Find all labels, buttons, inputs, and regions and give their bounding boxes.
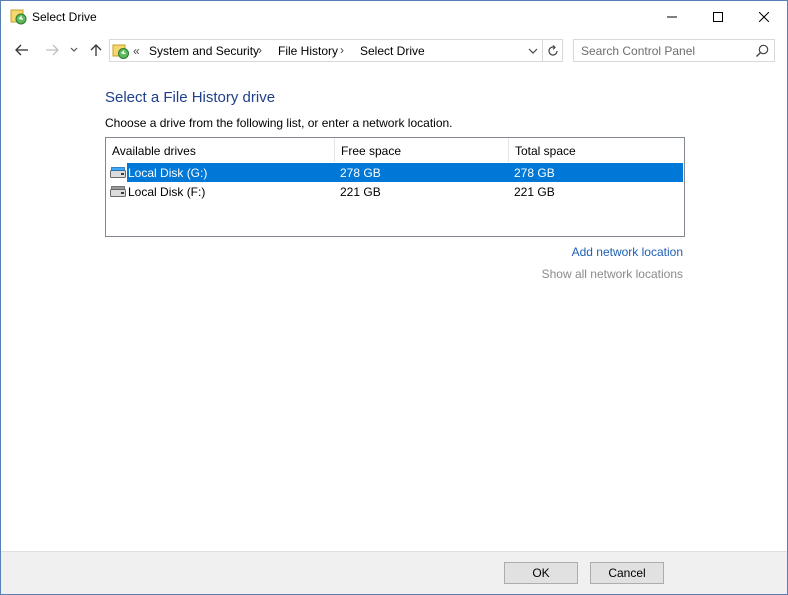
address-bar[interactable]: « System and Security › File History › S… xyxy=(109,39,563,62)
minimize-button[interactable] xyxy=(649,1,695,32)
drive-free-space: 278 GB xyxy=(340,166,381,180)
column-header-free-space[interactable]: Free space xyxy=(334,138,508,162)
back-button[interactable] xyxy=(11,39,33,61)
refresh-button[interactable] xyxy=(542,40,562,61)
ok-button[interactable]: OK xyxy=(504,562,578,584)
breadcrumb-overflow[interactable]: « xyxy=(133,44,140,58)
search-box[interactable] xyxy=(573,39,775,62)
address-dropdown-button[interactable] xyxy=(524,40,542,61)
list-header: Available drives Free space Total space xyxy=(106,138,684,162)
drive-free-space: 221 GB xyxy=(340,185,381,199)
search-input[interactable] xyxy=(574,40,750,61)
cancel-button[interactable]: Cancel xyxy=(590,562,664,584)
drive-row-g[interactable]: Local Disk (G:) 278 GB 278 GB xyxy=(106,163,684,182)
forward-button[interactable] xyxy=(41,39,63,61)
close-button[interactable] xyxy=(741,1,787,32)
breadcrumb-separator[interactable]: › xyxy=(258,43,262,57)
drive-icon xyxy=(110,186,126,197)
instruction-text: Choose a drive from the following list, … xyxy=(105,116,453,130)
maximize-button[interactable] xyxy=(695,1,741,32)
breadcrumb-separator[interactable]: › xyxy=(340,43,344,57)
search-icon[interactable] xyxy=(754,43,770,59)
back-arrow-icon xyxy=(15,44,28,56)
select-drive-window: Select Drive « System and Security › Fil… xyxy=(0,0,788,595)
selection-highlight xyxy=(127,163,683,182)
page-title: Select a File History drive xyxy=(105,89,276,106)
drive-name: Local Disk (G:) xyxy=(128,166,208,180)
chevron-down-icon xyxy=(70,47,78,52)
drive-list[interactable]: Available drives Free space Total space … xyxy=(105,137,685,237)
maximize-icon xyxy=(713,11,723,22)
drive-row-f[interactable]: Local Disk (F:) 221 GB 221 GB xyxy=(106,182,684,201)
up-button[interactable] xyxy=(85,39,107,61)
breadcrumb-system-and-security[interactable]: System and Security xyxy=(149,44,259,58)
refresh-icon xyxy=(547,44,558,56)
dialog-footer: OK Cancel xyxy=(1,551,787,594)
file-history-icon xyxy=(112,44,129,59)
close-icon xyxy=(759,11,769,22)
add-network-location-link[interactable]: Add network location xyxy=(572,245,683,259)
window-title: Select Drive xyxy=(32,10,97,24)
file-history-icon xyxy=(10,9,27,25)
minimize-icon xyxy=(667,16,677,17)
recent-locations-button[interactable] xyxy=(67,39,81,61)
title-bar: Select Drive xyxy=(1,1,787,32)
up-arrow-icon xyxy=(90,44,102,56)
drive-total-space: 221 GB xyxy=(514,185,555,199)
drive-total-space: 278 GB xyxy=(514,166,555,180)
breadcrumb-file-history[interactable]: File History xyxy=(278,44,338,58)
forward-arrow-icon xyxy=(46,44,59,56)
drive-name: Local Disk (F:) xyxy=(128,185,206,199)
column-header-total-space[interactable]: Total space xyxy=(508,138,684,162)
column-header-available-drives[interactable]: Available drives xyxy=(106,138,334,162)
show-all-network-locations-link: Show all network locations xyxy=(541,267,683,281)
chevron-down-icon xyxy=(528,48,538,54)
drive-icon xyxy=(110,167,126,178)
breadcrumb-select-drive[interactable]: Select Drive xyxy=(360,44,425,58)
navigation-bar: « System and Security › File History › S… xyxy=(1,35,787,65)
